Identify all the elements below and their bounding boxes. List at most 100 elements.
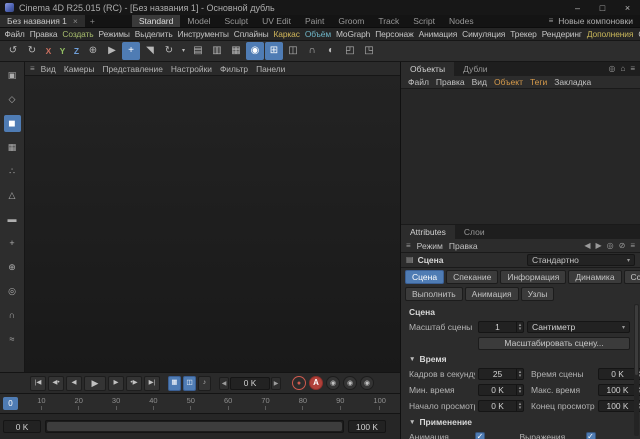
attr-history-forward-icon[interactable]: ▶ xyxy=(595,242,601,250)
range-end-field[interactable]: 100 K xyxy=(348,420,386,433)
current-frame-field[interactable]: 0 K xyxy=(230,377,270,390)
layout-tab[interactable]: Sculpt xyxy=(218,15,256,27)
minimize-button[interactable]: – xyxy=(565,0,590,15)
snap-toggle[interactable]: ◉ xyxy=(246,42,264,60)
timeline-scrollbar[interactable] xyxy=(45,420,344,433)
layout-tab[interactable]: Script xyxy=(406,15,442,27)
axis-x-toggle[interactable]: X xyxy=(42,42,55,60)
tweak-mode-button[interactable]: + xyxy=(4,235,21,252)
menu-item[interactable]: Сплайны xyxy=(231,29,271,39)
value-field[interactable]: 0 K ▴▾ xyxy=(478,400,524,412)
om-search-icon[interactable]: ◎ xyxy=(609,65,616,73)
modeling-axis-button[interactable]: ∩ xyxy=(303,42,321,60)
attr-lock-icon[interactable]: ⊘ xyxy=(619,242,626,250)
viewport-menu-item[interactable]: Камеры xyxy=(60,64,99,74)
layout-tab[interactable]: Track xyxy=(371,15,406,27)
rotate-tool[interactable]: ↻ xyxy=(160,42,178,60)
checkbox[interactable]: ✓ xyxy=(586,432,596,439)
menu-item[interactable]: Инструменты xyxy=(175,29,231,39)
viewport-solo-button[interactable]: ◎ xyxy=(4,283,21,300)
play-button[interactable]: ▶ xyxy=(84,376,106,391)
layouts-menu-icon[interactable]: ≡ xyxy=(549,17,554,25)
object-manager-menu-item[interactable]: Теги xyxy=(527,77,550,87)
next-key-button[interactable]: •▶ xyxy=(126,376,142,391)
axis-z-toggle[interactable]: Z xyxy=(70,42,83,60)
menu-item[interactable]: Правка xyxy=(27,29,60,39)
layout-tab[interactable]: Paint xyxy=(298,15,331,27)
panel-tab[interactable]: Слои xyxy=(455,225,494,239)
timeline-ruler[interactable]: 0 10 20 30 xyxy=(0,394,400,414)
prev-key-button[interactable]: ◀• xyxy=(48,376,64,391)
om-menu-icon[interactable]: ≡ xyxy=(630,65,635,73)
points-mode-button[interactable]: ∴ xyxy=(4,163,21,180)
menu-item[interactable]: Симуляция xyxy=(460,29,508,39)
edges-mode-button[interactable]: △ xyxy=(4,187,21,204)
spinner-icon[interactable]: ▴▾ xyxy=(516,385,523,395)
attributes-mode-icon[interactable]: ≡ xyxy=(406,242,411,250)
om-home-icon[interactable]: ⌂ xyxy=(620,65,625,73)
key-position-button[interactable]: ◉ xyxy=(326,376,340,390)
key-scale-button[interactable]: ◉ xyxy=(343,376,357,390)
layout-tab[interactable]: Standard xyxy=(132,15,181,27)
coord-system-toggle[interactable]: ⊕ xyxy=(84,42,102,60)
maximize-button[interactable]: □ xyxy=(590,0,615,15)
menu-item[interactable]: Создать xyxy=(60,29,96,39)
goto-start-button[interactable]: |◀ xyxy=(30,376,46,391)
apply-group-header[interactable]: ▼ Применение xyxy=(401,414,640,429)
menu-item[interactable]: Персонаж xyxy=(373,29,416,39)
layout-tab[interactable]: Nodes xyxy=(442,15,481,27)
goto-end-button[interactable]: ▶| xyxy=(144,376,160,391)
checkbox[interactable]: ✓ xyxy=(475,432,485,439)
attr-menu-icon[interactable]: ≡ xyxy=(630,242,635,250)
spinner-icon[interactable]: ▴▾ xyxy=(516,369,523,379)
axis-y-toggle[interactable]: Y xyxy=(56,42,69,60)
enable-axis-button[interactable]: ⊕ xyxy=(4,259,21,276)
panel-tab[interactable]: Attributes xyxy=(401,225,455,239)
menu-item[interactable]: Анимация xyxy=(416,29,460,39)
workplane-snap-button[interactable]: ≈ xyxy=(4,331,21,348)
add-tab-button[interactable]: + xyxy=(85,15,100,27)
model-mode-button[interactable]: ◼ xyxy=(4,115,21,132)
attributes-section-tab[interactable]: Анимация xyxy=(465,287,519,301)
menu-item[interactable]: MoGraph xyxy=(334,29,373,39)
range-mode-button[interactable]: ◫ xyxy=(183,376,196,391)
viewport-menu-item[interactable]: Вид xyxy=(37,64,60,74)
object-manager-menu-item[interactable]: Правка xyxy=(433,77,468,87)
attributes-section-tab[interactable]: Узлы xyxy=(521,287,555,301)
menu-item[interactable]: Окно xyxy=(636,29,640,39)
menu-item[interactable]: Режимы xyxy=(96,29,132,39)
attributes-menu-item[interactable]: Правка xyxy=(446,241,481,251)
current-frame-marker[interactable]: 0 xyxy=(3,397,18,410)
workplane-button[interactable]: ◫ xyxy=(284,42,302,60)
attributes-section-tab[interactable]: Ссылки xyxy=(624,270,640,284)
viewport-menu-item[interactable]: Панели xyxy=(252,64,289,74)
attributes-section-tab[interactable]: Сцена xyxy=(405,270,444,284)
document-tab[interactable]: Без названия 1 × xyxy=(0,15,85,27)
menu-item[interactable]: Объём xyxy=(302,29,333,39)
attributes-section-tab[interactable]: Информация xyxy=(500,270,566,284)
spinner-icon[interactable]: ▴▾ xyxy=(516,322,523,332)
menu-item[interactable]: Рендеринг xyxy=(539,29,584,39)
close-tab-icon[interactable]: × xyxy=(73,16,78,26)
viewport-menu-item[interactable]: Представление xyxy=(98,64,166,74)
autokey-button[interactable]: A xyxy=(309,376,323,390)
menu-item[interactable]: Файл xyxy=(2,29,27,39)
mirror-button[interactable]: ◐ xyxy=(322,42,340,60)
viewport-menu-item[interactable]: Фильтр xyxy=(216,64,252,74)
menu-item[interactable]: Выделить xyxy=(132,29,175,39)
layout-tab[interactable]: UV Edit xyxy=(255,15,298,27)
spinner-icon[interactable]: ▴▾ xyxy=(516,401,523,411)
key-rotation-button[interactable]: ◉ xyxy=(360,376,374,390)
object-manager-menu-item[interactable]: Вид xyxy=(469,77,490,87)
new-layouts-label[interactable]: Новые компоновки xyxy=(558,16,633,26)
attr-search-icon[interactable]: ◎ xyxy=(607,242,614,250)
recent-tool-dropdown[interactable]: ▾ xyxy=(179,42,188,60)
attr-history-back-icon[interactable]: ◀ xyxy=(584,242,590,250)
scene-scale-field[interactable]: 1 ▴▾ xyxy=(478,321,524,333)
snap-toggle-button[interactable]: ∩ xyxy=(4,307,21,324)
record-keyframe-button[interactable]: ● xyxy=(292,376,306,390)
attributes-section-tab[interactable]: Спекание xyxy=(446,270,498,284)
prev-frame-button[interactable]: ◀ xyxy=(66,376,82,391)
menu-item[interactable]: Каркас xyxy=(271,29,302,39)
panel-arrange-button[interactable]: ◳ xyxy=(360,42,378,60)
